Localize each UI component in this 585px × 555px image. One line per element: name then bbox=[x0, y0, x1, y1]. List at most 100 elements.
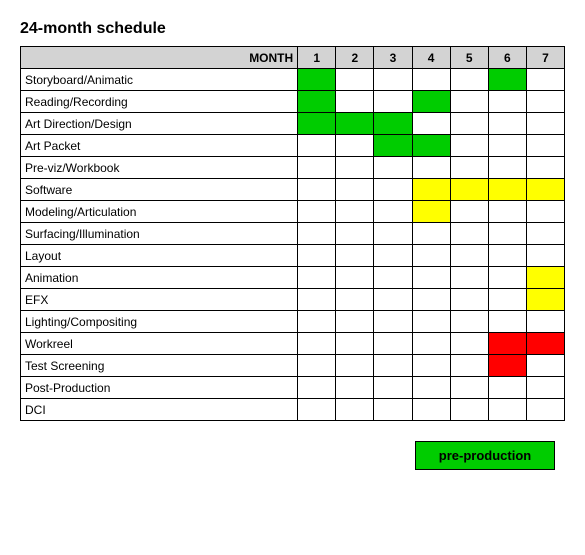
cell-r11-c4 bbox=[450, 311, 488, 333]
cell-r3-c3 bbox=[412, 135, 450, 157]
cell-r7-c2 bbox=[374, 223, 412, 245]
table-row: Software bbox=[21, 179, 565, 201]
cell-r12-c4 bbox=[450, 333, 488, 355]
cell-r7-c6 bbox=[526, 223, 564, 245]
table-row: Layout bbox=[21, 245, 565, 267]
row-label-animation: Animation bbox=[21, 267, 298, 289]
cell-r4-c3 bbox=[412, 157, 450, 179]
cell-r10-c6 bbox=[526, 289, 564, 311]
cell-r14-c1 bbox=[336, 377, 374, 399]
table-row: DCI bbox=[21, 399, 565, 421]
row-label-test-screening: Test Screening bbox=[21, 355, 298, 377]
schedule-table: MONTH1234567 Storyboard/AnimaticReading/… bbox=[20, 46, 565, 421]
cell-r4-c6 bbox=[526, 157, 564, 179]
legend-area: pre-production bbox=[20, 441, 565, 470]
column-header-1: 1 bbox=[298, 47, 336, 69]
table-row: Animation bbox=[21, 267, 565, 289]
table-row: Modeling/Articulation bbox=[21, 201, 565, 223]
cell-r7-c1 bbox=[336, 223, 374, 245]
cell-r1-c3 bbox=[412, 91, 450, 113]
cell-r1-c0 bbox=[298, 91, 336, 113]
cell-r6-c5 bbox=[488, 201, 526, 223]
cell-r9-c5 bbox=[488, 267, 526, 289]
cell-r3-c0 bbox=[298, 135, 336, 157]
table-row: Reading/Recording bbox=[21, 91, 565, 113]
cell-r8-c4 bbox=[450, 245, 488, 267]
page-title: 24-month schedule bbox=[20, 20, 565, 38]
cell-r0-c6 bbox=[526, 69, 564, 91]
cell-r1-c4 bbox=[450, 91, 488, 113]
cell-r12-c6 bbox=[526, 333, 564, 355]
cell-r9-c0 bbox=[298, 267, 336, 289]
row-label-workreel: Workreel bbox=[21, 333, 298, 355]
cell-r8-c6 bbox=[526, 245, 564, 267]
cell-r2-c4 bbox=[450, 113, 488, 135]
row-label-pre-viz-workbook: Pre-viz/Workbook bbox=[21, 157, 298, 179]
cell-r13-c5 bbox=[488, 355, 526, 377]
cell-r5-c3 bbox=[412, 179, 450, 201]
table-row: Post-Production bbox=[21, 377, 565, 399]
column-header-2: 2 bbox=[336, 47, 374, 69]
row-label-post-production: Post-Production bbox=[21, 377, 298, 399]
cell-r15-c1 bbox=[336, 399, 374, 421]
legend-pre-production: pre-production bbox=[415, 441, 555, 470]
row-label-art-direction-design: Art Direction/Design bbox=[21, 113, 298, 135]
cell-r14-c2 bbox=[374, 377, 412, 399]
cell-r3-c5 bbox=[488, 135, 526, 157]
cell-r4-c4 bbox=[450, 157, 488, 179]
cell-r11-c6 bbox=[526, 311, 564, 333]
cell-r14-c5 bbox=[488, 377, 526, 399]
row-label-surfacing-illumination: Surfacing/Illumination bbox=[21, 223, 298, 245]
cell-r14-c0 bbox=[298, 377, 336, 399]
cell-r11-c3 bbox=[412, 311, 450, 333]
cell-r11-c5 bbox=[488, 311, 526, 333]
cell-r9-c3 bbox=[412, 267, 450, 289]
table-row: Art Direction/Design bbox=[21, 113, 565, 135]
table-row: Test Screening bbox=[21, 355, 565, 377]
row-label-lighting-compositing: Lighting/Compositing bbox=[21, 311, 298, 333]
cell-r8-c0 bbox=[298, 245, 336, 267]
cell-r5-c2 bbox=[374, 179, 412, 201]
cell-r2-c0 bbox=[298, 113, 336, 135]
table-row: Storyboard/Animatic bbox=[21, 69, 565, 91]
cell-r13-c1 bbox=[336, 355, 374, 377]
cell-r8-c1 bbox=[336, 245, 374, 267]
cell-r6-c2 bbox=[374, 201, 412, 223]
cell-r0-c2 bbox=[374, 69, 412, 91]
table-row: Workreel bbox=[21, 333, 565, 355]
cell-r0-c4 bbox=[450, 69, 488, 91]
cell-r5-c5 bbox=[488, 179, 526, 201]
cell-r0-c1 bbox=[336, 69, 374, 91]
cell-r5-c0 bbox=[298, 179, 336, 201]
cell-r12-c5 bbox=[488, 333, 526, 355]
row-label-art-packet: Art Packet bbox=[21, 135, 298, 157]
cell-r15-c0 bbox=[298, 399, 336, 421]
cell-r13-c3 bbox=[412, 355, 450, 377]
cell-r14-c3 bbox=[412, 377, 450, 399]
cell-r10-c1 bbox=[336, 289, 374, 311]
cell-r10-c3 bbox=[412, 289, 450, 311]
cell-r9-c4 bbox=[450, 267, 488, 289]
cell-r12-c2 bbox=[374, 333, 412, 355]
cell-r6-c1 bbox=[336, 201, 374, 223]
cell-r1-c5 bbox=[488, 91, 526, 113]
cell-r14-c6 bbox=[526, 377, 564, 399]
cell-r15-c4 bbox=[450, 399, 488, 421]
column-header-5: 5 bbox=[450, 47, 488, 69]
cell-r15-c3 bbox=[412, 399, 450, 421]
cell-r6-c4 bbox=[450, 201, 488, 223]
cell-r12-c0 bbox=[298, 333, 336, 355]
schedule-container: 24-month schedule MONTH1234567 Storyboar… bbox=[20, 20, 565, 470]
table-row: Art Packet bbox=[21, 135, 565, 157]
cell-r3-c1 bbox=[336, 135, 374, 157]
cell-r13-c6 bbox=[526, 355, 564, 377]
cell-r6-c3 bbox=[412, 201, 450, 223]
cell-r13-c4 bbox=[450, 355, 488, 377]
cell-r12-c3 bbox=[412, 333, 450, 355]
cell-r10-c0 bbox=[298, 289, 336, 311]
row-label-layout: Layout bbox=[21, 245, 298, 267]
cell-r5-c4 bbox=[450, 179, 488, 201]
cell-r3-c4 bbox=[450, 135, 488, 157]
column-header-4: 4 bbox=[412, 47, 450, 69]
cell-r0-c0 bbox=[298, 69, 336, 91]
